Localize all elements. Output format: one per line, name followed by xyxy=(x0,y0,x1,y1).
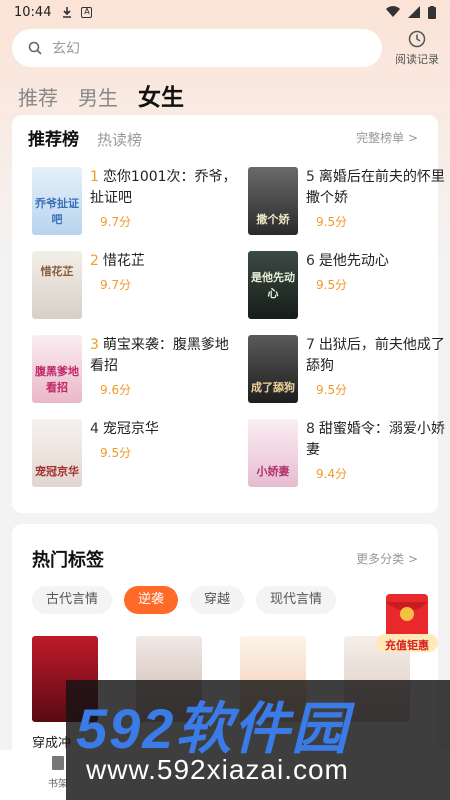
book-title: 宠冠京华 xyxy=(102,421,159,437)
ranking-card: 推荐榜 热读榜 完整榜单 > 乔爷扯证吧 1 恋你1001次：乔爷，扯证吧 9.7… xyxy=(12,115,445,513)
tab-male[interactable]: 男生 xyxy=(78,82,118,111)
wifi-icon xyxy=(386,6,400,18)
book-rank: 7 xyxy=(306,337,315,353)
book-score: 9.5分 xyxy=(316,383,348,397)
book-title: 惜花芷 xyxy=(102,253,145,269)
tab-recommend[interactable]: 推荐 xyxy=(18,82,58,111)
battery-icon xyxy=(428,5,436,19)
book-item-3[interactable]: 腹黑爹地看招 3 萌宝来袭：腹黑爹地看招 9.6分 xyxy=(32,335,242,407)
cover-title: 宠冠京华 xyxy=(35,465,79,478)
gender-tabs: 推荐 男生 女生 xyxy=(18,78,184,112)
book-item-4[interactable]: 宠冠京华 4 宠冠京华 9.5分 xyxy=(32,419,242,491)
search-placeholder: 玄幻 xyxy=(52,41,80,57)
cover-title: 腹黑爹地看招 xyxy=(35,365,79,394)
book-rank: 6 xyxy=(306,253,315,269)
cover-title: 惜花芷 xyxy=(40,265,74,278)
cover-title: 撒个娇 xyxy=(256,213,290,226)
book-cover: 惜花芷 xyxy=(32,251,82,319)
tag-list: 古代言情 逆袭 穿越 现代言情 xyxy=(32,586,337,614)
tag-ancient-romance[interactable]: 古代言情 xyxy=(32,586,113,614)
book-rank: 4 xyxy=(90,421,99,437)
book-score: 9.5分 xyxy=(100,446,132,460)
search-icon xyxy=(28,41,42,55)
reading-history-button[interactable]: 阅读记录 xyxy=(390,28,444,67)
hot-tags-title: 热门标签 xyxy=(32,550,104,571)
book-rank: 2 xyxy=(90,253,99,269)
book-cover: 腹黑爹地看招 xyxy=(32,335,82,403)
full-ranking-link[interactable]: 完整榜单 > xyxy=(356,129,418,146)
tag-modern-romance[interactable]: 现代言情 xyxy=(256,586,337,614)
tab-recommend-rank[interactable]: 推荐榜 xyxy=(28,125,79,150)
book-item-6[interactable]: 是他先动心 6 是他先动心 9.5分 xyxy=(248,251,450,323)
book-title: 是他先动心 xyxy=(318,253,389,269)
reading-history-label: 阅读记录 xyxy=(395,53,439,66)
cover-title: 成了舔狗 xyxy=(251,381,295,394)
book-item-8[interactable]: 小娇妻 8 甜蜜婚令：溺爱小娇妻 9.4分 xyxy=(248,419,450,491)
ranking-tabs: 推荐榜 热读榜 xyxy=(28,125,142,150)
notification-icon: A xyxy=(81,6,93,18)
book-title: 萌宝来袭：腹黑爹地看招 xyxy=(90,337,229,374)
watermark-overlay: 592软件园 www.592xiazai.com xyxy=(66,680,450,800)
watermark-url: www.592xiazai.com xyxy=(86,754,349,785)
signal-icon xyxy=(408,6,420,18)
tab-female[interactable]: 女生 xyxy=(138,78,184,112)
book-title: 恋你1001次：乔爷，扯证吧 xyxy=(90,169,237,206)
book-cover: 是他先动心 xyxy=(248,251,298,319)
book-score: 9.4分 xyxy=(316,467,348,481)
status-time: 10:44 xyxy=(14,4,52,20)
watermark-brand: 592软件园 xyxy=(76,697,350,760)
book-score: 9.7分 xyxy=(100,215,132,229)
cover-title: 小娇妻 xyxy=(256,465,290,478)
book-cover: 乔爷扯证吧 xyxy=(32,167,82,235)
book-item-7[interactable]: 成了舔狗 7 出狱后，前夫他成了舔狗 9.5分 xyxy=(248,335,450,407)
book-cover: 撒个娇 xyxy=(248,167,298,235)
tag-comeback[interactable]: 逆袭 xyxy=(124,586,179,614)
book-score: 9.5分 xyxy=(316,215,348,229)
clock-icon xyxy=(408,30,426,48)
tab-hot-rank[interactable]: 热读榜 xyxy=(97,129,142,150)
book-item-2[interactable]: 惜花芷 2 惜花芷 9.7分 xyxy=(32,251,242,323)
book-rank: 1 xyxy=(90,169,99,185)
status-bar: 10:44 A xyxy=(0,0,450,24)
book-rank: 5 xyxy=(306,169,315,185)
book-score: 9.7分 xyxy=(100,278,132,292)
book-rank: 8 xyxy=(306,421,315,437)
tag-time-travel[interactable]: 穿越 xyxy=(190,586,245,614)
book-icon xyxy=(52,756,64,770)
book-score: 9.6分 xyxy=(100,383,132,397)
book-score: 9.5分 xyxy=(316,278,348,292)
book-rank: 3 xyxy=(90,337,99,353)
cover-title: 乔爷扯证吧 xyxy=(35,197,79,226)
book-item-5[interactable]: 撒个娇 5 离婚后在前夫的怀里撒个娇 9.5分 xyxy=(248,167,450,239)
red-packet-label: 充值钜惠 xyxy=(385,639,429,652)
book-cover: 成了舔狗 xyxy=(248,335,298,403)
book-title: 甜蜜婚令：溺爱小娇妻 xyxy=(306,421,445,458)
book-title: 出狱后，前夫他成了舔狗 xyxy=(306,337,445,374)
book-cover: 小娇妻 xyxy=(248,419,298,487)
book-cover: 宠冠京华 xyxy=(32,419,82,487)
cover-title: 是他先动心 xyxy=(251,271,295,300)
book-title: 离婚后在前夫的怀里撒个娇 xyxy=(306,169,445,206)
download-icon xyxy=(63,7,72,18)
recharge-red-packet[interactable]: 充值钜惠 xyxy=(374,590,440,656)
more-categories-link[interactable]: 更多分类 > xyxy=(356,550,418,567)
search-input[interactable]: 玄幻 xyxy=(12,29,382,67)
book-item-1[interactable]: 乔爷扯证吧 1 恋你1001次：乔爷，扯证吧 9.7分 xyxy=(32,167,242,239)
